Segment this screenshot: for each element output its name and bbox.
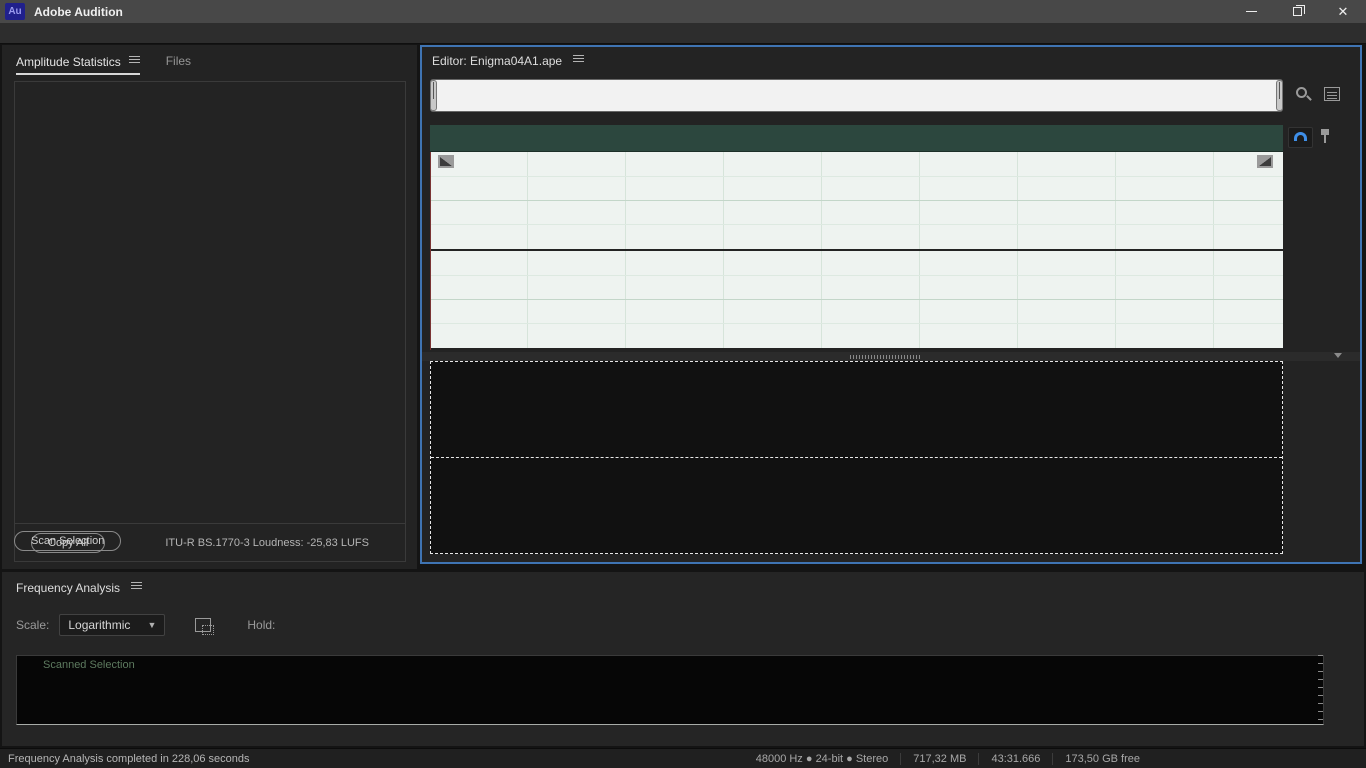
editor-title[interactable]: Editor: Enigma04A1.ape	[432, 53, 585, 68]
restore-button[interactable]	[1274, 0, 1320, 23]
title-bar: Au Adobe Audition ✕	[0, 0, 1366, 23]
status-format: 48000 Hz ● 24-bit ● Stereo	[755, 752, 889, 765]
db-scale-left	[1283, 152, 1362, 249]
frequency-analysis-title[interactable]: Frequency Analysis	[2, 572, 1364, 595]
spectrogram-right-channel[interactable]	[431, 457, 1282, 553]
overview-scrollbar[interactable]	[430, 79, 1283, 112]
db-axis-ticks	[1318, 655, 1323, 725]
hz-scale-left	[1283, 361, 1362, 455]
editor-title-label: Editor: Enigma04A1.ape	[432, 54, 563, 68]
status-message: Frequency Analysis completed in 228,06 s…	[8, 752, 250, 765]
status-bar: Frequency Analysis completed in 228,06 s…	[0, 748, 1366, 768]
frequency-axis	[16, 728, 1324, 744]
zoom-navigate-icon[interactable]	[1296, 87, 1313, 104]
frequency-analysis-title-label: Frequency Analysis	[16, 581, 121, 595]
db-scale-right	[1283, 251, 1362, 348]
close-icon: ✕	[1337, 4, 1349, 19]
status-duration: 43:31.666	[991, 752, 1041, 765]
restore-icon	[1292, 5, 1305, 16]
hz-scale-right	[1283, 457, 1362, 551]
frequency-plot[interactable]: Scanned Selection	[16, 655, 1324, 725]
minimize-icon	[1245, 11, 1257, 12]
editor-panel-menu-icon[interactable]	[573, 53, 585, 64]
hold-label: Hold:	[247, 618, 276, 632]
pin-tool-icon[interactable]	[1319, 129, 1331, 145]
minimize-button[interactable]	[1228, 0, 1274, 23]
status-filesize: 717,32 MB	[913, 752, 967, 765]
scanned-selection-label: Scanned Selection	[43, 659, 135, 671]
app-logo-icon: Au	[5, 3, 25, 20]
frequency-panel-menu-icon[interactable]	[131, 580, 143, 591]
tab-amplitude-statistics-label: Amplitude Statistics	[16, 55, 121, 69]
adobe-audition-window: Au Adobe Audition ✕ Amplitude Statistics…	[0, 0, 1366, 768]
spectrogram-left-channel[interactable]	[431, 362, 1282, 456]
frequency-analysis-panel: Frequency Analysis Scale: Logarithmic ▼ …	[2, 572, 1364, 746]
scale-label: Scale:	[16, 618, 50, 632]
tab-files[interactable]: Files	[166, 54, 191, 75]
panel-menu-icon[interactable]	[128, 54, 140, 65]
fade-in-handle[interactable]	[438, 155, 454, 168]
waveform-right-channel[interactable]	[430, 251, 1283, 348]
editor-panel: Editor: Enigma04A1.ape	[420, 45, 1362, 564]
fade-out-handle[interactable]	[1257, 155, 1273, 168]
close-button[interactable]: ✕	[1320, 0, 1366, 23]
splitter-grip[interactable]	[850, 355, 922, 359]
scale-select-value: Logarithmic	[68, 618, 131, 632]
timeline-ruler[interactable]	[430, 125, 1283, 152]
scale-select[interactable]: Logarithmic ▼	[59, 614, 166, 636]
spectral-display[interactable]	[430, 361, 1283, 554]
menu-bar	[0, 23, 1366, 44]
itu-loudness-text: ITU-R BS.1770-3 Loudness: -25,83 LUFS	[165, 536, 369, 549]
statistics-box: Copy All ITU-R BS.1770-3 Loudness: -25,8…	[14, 81, 406, 562]
overview-right-handle[interactable]	[1276, 80, 1283, 111]
waveform-display[interactable]	[430, 152, 1283, 350]
scan-selection-button[interactable]: Scan Selection	[14, 531, 122, 551]
tab-amplitude-statistics[interactable]: Amplitude Statistics	[16, 54, 140, 75]
panel-splitter[interactable]	[422, 352, 1360, 361]
scroll-down-icon[interactable]	[1334, 353, 1342, 358]
monitor-button[interactable]	[1288, 127, 1313, 148]
editor-list-icon[interactable]	[1324, 87, 1340, 101]
overview-left-handle[interactable]	[430, 80, 437, 111]
status-free-space: 173,50 GB free	[1065, 752, 1140, 765]
headphones-icon	[1294, 132, 1307, 141]
copy-graph-icon[interactable]	[195, 618, 215, 635]
waveform-left-channel[interactable]	[430, 152, 1283, 249]
playhead-line[interactable]	[430, 152, 431, 350]
app-title: Adobe Audition	[34, 4, 123, 19]
amplitude-statistics-panel: Amplitude Statistics Files Copy All ITU-…	[2, 45, 417, 569]
chevron-down-icon: ▼	[147, 620, 157, 630]
overview-waveform[interactable]	[437, 80, 1276, 111]
